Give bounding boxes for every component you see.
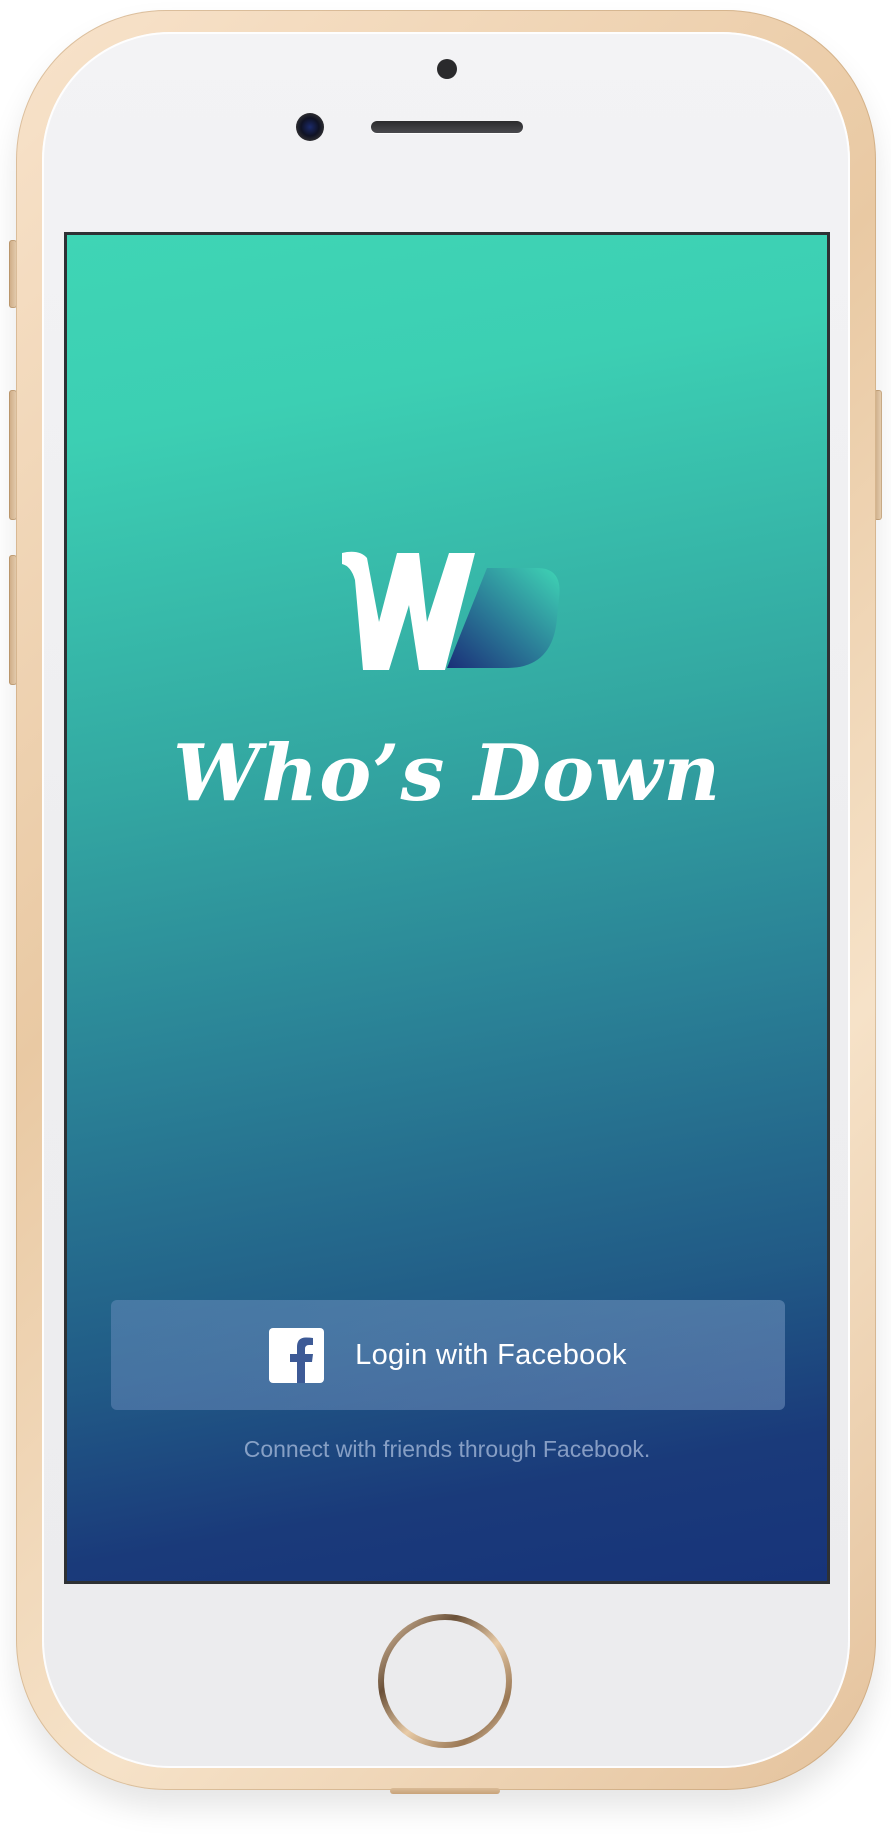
login-caption: Connect with friends through Facebook. [243,1436,651,1462]
login-button-label: Login with Facebook [355,1338,627,1371]
facebook-icon [269,1327,325,1383]
device-mockup: Who’s Down Login with Facebook Connect w… [0,0,891,1847]
home-button[interactable] [378,1614,512,1748]
proximity-sensor [437,59,457,79]
login-with-facebook-button[interactable]: Login with Facebook [111,1300,785,1410]
home-button-face [384,1620,506,1742]
lightning-port [390,1788,500,1794]
login-screen: Who’s Down Login with Facebook Connect w… [64,232,830,1584]
front-camera [296,113,324,141]
app-title: Who’s Down [172,728,722,819]
w-logo-icon [342,551,560,670]
earpiece-speaker [371,121,523,133]
